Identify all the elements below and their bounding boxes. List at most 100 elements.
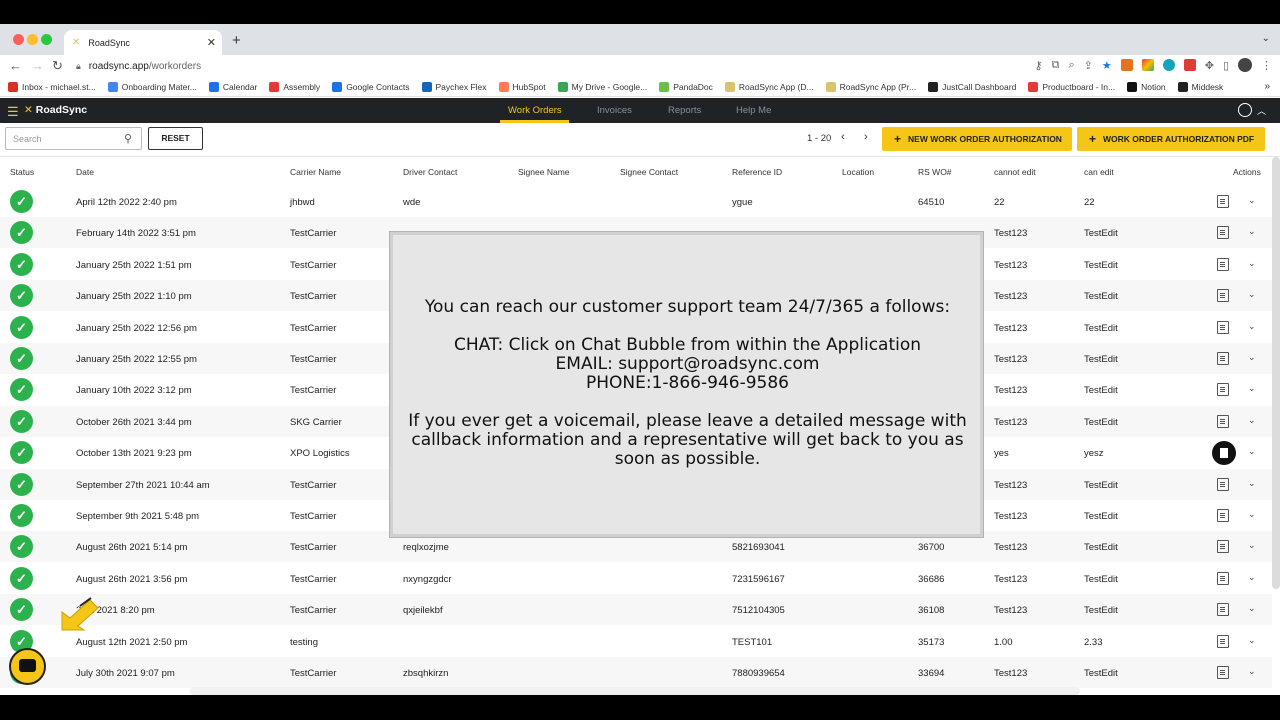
extension-multicolor-icon[interactable] <box>1141 59 1154 71</box>
open-in-app-icon[interactable]: ⧉ <box>1052 59 1060 72</box>
bookmark-item[interactable]: RoadSync App (D... <box>724 81 814 92</box>
extensions-puzzle-icon[interactable]: ✥ <box>1205 59 1214 72</box>
cell-wo: 64510 <box>918 197 945 208</box>
view-document-icon[interactable] <box>1217 320 1229 334</box>
tab-search-chevron-icon[interactable]: ⌄ <box>1262 33 1270 44</box>
table-row[interactable]: ✓ April 12th 2022 2:40 pm jhbwd wde ygue 6451… <box>0 186 1272 217</box>
view-document-icon[interactable] <box>1217 414 1229 428</box>
expand-row-chevron-icon[interactable]: ⌄ <box>1248 415 1256 426</box>
bookmark-item[interactable]: PandaDoc <box>659 81 713 92</box>
expand-row-chevron-icon[interactable]: ⌄ <box>1248 572 1256 583</box>
view-document-icon[interactable] <box>1217 477 1229 491</box>
bookmark-item[interactable]: HubSpot <box>498 81 546 92</box>
bookmark-item[interactable]: Calendar <box>208 81 257 92</box>
expand-row-chevron-icon[interactable]: ⌄ <box>1248 352 1256 363</box>
view-document-icon[interactable] <box>1212 441 1236 466</box>
view-document-icon[interactable] <box>1217 226 1229 240</box>
expand-row-chevron-icon[interactable]: ⌄ <box>1248 635 1256 646</box>
table-row[interactable]: ✓ 21st 2021 8:20 pm TestCarrier qxjeilekbf 7… <box>0 594 1272 626</box>
view-document-icon[interactable] <box>1217 383 1229 397</box>
zoom-icon[interactable]: ⌕ <box>1068 59 1074 72</box>
roadsync-logo[interactable]: ✕ RoadSync <box>24 104 87 116</box>
hamburger-menu-icon[interactable]: ☰ <box>7 104 19 120</box>
bookmark-item[interactable]: Onboarding Mater... <box>107 81 197 92</box>
view-document-icon[interactable] <box>1217 666 1229 679</box>
expand-row-chevron-icon[interactable]: ⌄ <box>1248 446 1256 457</box>
nav-invoices[interactable]: Invoices <box>597 105 632 116</box>
view-document-icon[interactable] <box>1217 540 1229 554</box>
cell-driver: qxjeilekbf <box>403 605 443 617</box>
search-icon[interactable]: ⚲ <box>124 132 132 145</box>
expand-row-chevron-icon[interactable]: ⌄ <box>1248 478 1256 489</box>
bookmark-item[interactable]: Google Contacts <box>332 81 410 92</box>
new-work-order-label: NEW WORK ORDER AUTHORIZATION <box>908 134 1062 144</box>
expand-row-chevron-icon[interactable]: ⌄ <box>1248 226 1256 237</box>
view-document-icon[interactable] <box>1217 352 1229 365</box>
share-icon[interactable]: ⇪ <box>1084 59 1093 72</box>
expand-row-chevron-icon[interactable]: ⌄ <box>1248 540 1256 551</box>
key-icon[interactable]: ⚷ <box>1035 59 1043 72</box>
url-field[interactable]: 🔒︎ roadsync.app/workorders <box>76 56 1176 76</box>
side-panel-icon[interactable]: ▯ <box>1223 59 1229 72</box>
table-row[interactable]: ✓ August 26th 2021 3:56 pm TestCarrier nxyn… <box>0 563 1272 594</box>
expand-row-chevron-icon[interactable]: ⌄ <box>1248 509 1256 520</box>
cell-wo: 33694 <box>918 668 945 679</box>
bookmark-item[interactable]: Productboard - In... <box>1028 81 1115 92</box>
forward-icon[interactable]: → <box>31 58 44 73</box>
table-row[interactable]: ✓July 30th 2021 9:07 pmTestCarrierzbsqhk… <box>0 657 1272 688</box>
minimize-window-button[interactable] <box>27 34 38 45</box>
view-document-icon[interactable] <box>1217 634 1229 648</box>
view-document-icon[interactable] <box>1217 603 1229 617</box>
bookmark-item[interactable]: Assembly <box>269 81 320 92</box>
search-input[interactable]: Search ⚲ <box>5 127 142 150</box>
view-document-icon[interactable] <box>1217 289 1229 303</box>
expand-row-chevron-icon[interactable]: ⌄ <box>1248 258 1256 269</box>
view-document-icon[interactable] <box>1217 257 1229 271</box>
view-document-icon[interactable] <box>1217 571 1229 585</box>
back-icon[interactable]: ← <box>9 58 22 73</box>
new-work-order-button[interactable]: + NEW WORK ORDER AUTHORIZATION <box>882 127 1072 151</box>
bookmark-item[interactable]: Middesk <box>1177 81 1223 92</box>
page-scrollbar[interactable] <box>1272 157 1280 589</box>
reload-icon[interactable]: ↻ <box>52 58 63 74</box>
extension-toolbar: ⚷ ⧉ ⌕ ⇪ ★ ✥ ▯ ⋮ <box>1035 58 1272 72</box>
new-tab-icon[interactable]: + <box>232 32 241 49</box>
bookmark-item[interactable]: JustCall Dashboard <box>928 81 1016 92</box>
extension-red-icon[interactable] <box>1183 59 1196 71</box>
expand-row-chevron-icon[interactable]: ⌄ <box>1248 603 1256 614</box>
chevron-up-icon[interactable]: ︿ <box>1257 104 1266 117</box>
user-account-icon[interactable] <box>1238 103 1252 117</box>
bookmark-item[interactable]: Notion <box>1127 81 1166 92</box>
expand-row-chevron-icon[interactable]: ⌄ <box>1248 195 1256 206</box>
chat-bubble-button[interactable] <box>9 648 46 685</box>
nav-reports[interactable]: Reports <box>668 105 701 116</box>
expand-row-chevron-icon[interactable]: ⌄ <box>1248 289 1256 300</box>
maximize-window-button[interactable] <box>41 34 52 45</box>
close-window-button[interactable] <box>13 34 24 45</box>
browser-tab[interactable]: ✕ RoadSync ✕ <box>64 30 222 55</box>
bookmark-star-icon[interactable]: ★ <box>1102 59 1112 72</box>
bookmark-item[interactable]: RoadSync App (Pr... <box>825 81 916 92</box>
bookmark-item[interactable]: My Drive - Google... <box>557 81 647 92</box>
view-document-icon[interactable] <box>1217 509 1229 522</box>
browser-menu-icon[interactable]: ⋮ <box>1261 59 1272 72</box>
bookmark-item[interactable]: Inbox - michael.st... <box>8 81 96 92</box>
expand-row-chevron-icon[interactable]: ⌄ <box>1248 383 1256 394</box>
next-page-icon[interactable]: › <box>864 131 868 143</box>
expand-row-chevron-icon[interactable]: ⌄ <box>1248 666 1256 677</box>
more-bookmarks-icon[interactable]: » <box>1264 81 1270 92</box>
work-order-pdf-button[interactable]: + WORK ORDER AUTHORIZATION PDF <box>1077 127 1265 151</box>
close-tab-icon[interactable]: ✕ <box>207 36 216 49</box>
view-document-icon[interactable] <box>1217 195 1229 208</box>
expand-row-chevron-icon[interactable]: ⌄ <box>1248 321 1256 332</box>
nav-work-orders[interactable]: Work Orders <box>508 105 562 116</box>
reset-button[interactable]: RESET <box>148 127 203 150</box>
table-row[interactable]: ✓ August 12th 2021 2:50 pm testing TEST101 3… <box>0 626 1272 657</box>
extension-teal-icon[interactable] <box>1162 59 1175 71</box>
bookmark-item[interactable]: Paychex Flex <box>421 81 487 92</box>
prev-page-icon[interactable]: ‹ <box>841 131 845 143</box>
nav-help-me[interactable]: Help Me <box>736 105 771 116</box>
extension-orange-icon[interactable] <box>1120 59 1133 71</box>
profile-avatar[interactable] <box>1238 58 1252 72</box>
status-complete-icon: ✓ <box>10 221 33 245</box>
